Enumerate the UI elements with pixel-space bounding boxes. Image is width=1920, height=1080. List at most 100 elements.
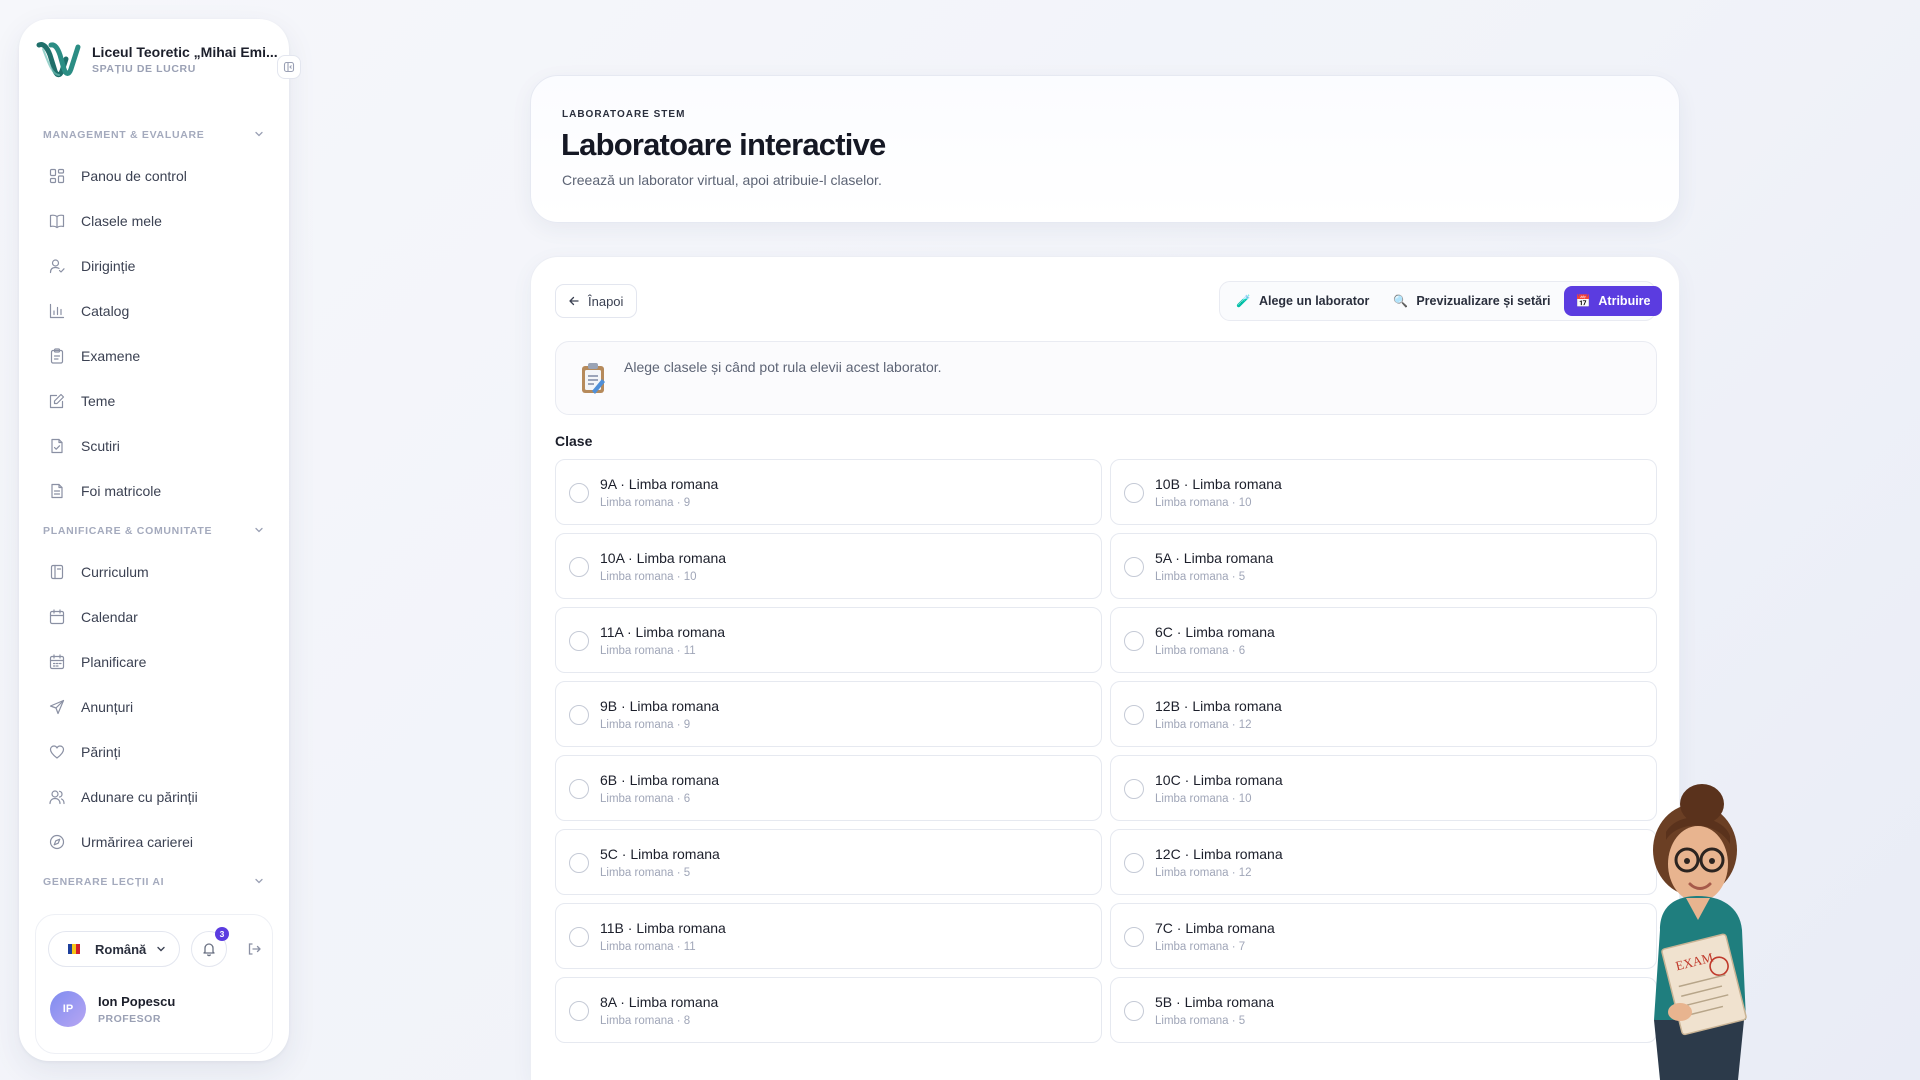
sidebar-item[interactable]: Foi matricole	[19, 468, 289, 513]
page-eyebrow: LABORATOARE STEM	[562, 109, 686, 120]
class-option[interactable]: 11B · Limba romana Limba romana · 11	[555, 903, 1102, 969]
class-meta: Limba romana · 11	[600, 941, 696, 953]
sidebar-section-title: MANAGEMENT & EVALUARE	[43, 129, 205, 141]
class-meta: Limba romana · 6	[1155, 645, 1246, 657]
compass-icon	[48, 833, 66, 851]
language-label: Română	[95, 941, 147, 957]
wizard-step[interactable]: 🧪 Alege un laborator	[1224, 286, 1381, 316]
collapse-sidebar-button[interactable]	[277, 55, 301, 79]
class-option[interactable]: 9B · Limba romana Limba romana · 9	[555, 681, 1102, 747]
sidebar-item[interactable]: Scutiri	[19, 423, 289, 468]
class-radio[interactable]	[569, 557, 589, 577]
sidebar-item[interactable]: Anunțuri	[19, 684, 289, 729]
class-radio[interactable]	[569, 631, 589, 651]
class-option[interactable]: 8A · Limba romana Limba romana · 8	[555, 977, 1102, 1043]
sidebar-section-header[interactable]: MANAGEMENT & EVALUARE	[19, 117, 289, 153]
class-name: 5B · Limba romana	[1155, 994, 1275, 1010]
class-option[interactable]: 12C · Limba romana Limba romana · 12	[1110, 829, 1657, 895]
school-logo-icon	[36, 42, 81, 78]
sidebar-item-label: Curriculum	[81, 563, 149, 580]
sidebar-item[interactable]: Calendar	[19, 594, 289, 639]
language-select[interactable]: Română	[48, 931, 180, 967]
class-radio[interactable]	[1124, 779, 1144, 799]
sidebar-item[interactable]: Clasele mele	[19, 198, 289, 243]
class-radio[interactable]	[569, 483, 589, 503]
class-name: 7C · Limba romana	[1155, 920, 1275, 936]
class-option[interactable]: 5C · Limba romana Limba romana · 5	[555, 829, 1102, 895]
step-label: Alege un laborator	[1258, 294, 1370, 308]
clipboard-icon	[582, 363, 605, 394]
sidebar-item-label: Calendar	[81, 608, 138, 625]
class-radio[interactable]	[1124, 927, 1144, 947]
notifications-button[interactable]: 3	[191, 927, 229, 967]
brand[interactable]: Liceul Teoretic „Mihai Emi... SPAȚIU DE …	[35, 35, 278, 83]
class-option[interactable]: 9A · Limba romana Limba romana · 9	[555, 459, 1102, 525]
sidebar-item[interactable]: Teme	[19, 378, 289, 423]
sidebar-item-label: Foi matricole	[81, 482, 162, 499]
class-radio[interactable]	[1124, 483, 1144, 503]
logout-icon	[248, 943, 261, 955]
class-meta: Limba romana · 8	[600, 1015, 691, 1027]
class-name: 11B · Limba romana	[600, 920, 726, 936]
logout-button[interactable]	[236, 931, 272, 967]
sidebar-item-label: Clasele mele	[81, 212, 162, 229]
class-name: 9B · Limba romana	[600, 698, 720, 714]
class-option[interactable]: 5B · Limba romana Limba romana · 5	[1110, 977, 1657, 1043]
class-radio[interactable]	[1124, 631, 1144, 651]
class-radio[interactable]	[1124, 705, 1144, 725]
calendar-icon	[48, 608, 66, 626]
class-radio[interactable]	[569, 853, 589, 873]
user-profile[interactable]: IP Ion Popescu PROFESOR	[50, 991, 175, 1027]
wizard-step[interactable]: 📅 Atribuire	[1564, 286, 1662, 316]
step-label: Atribuire	[1598, 294, 1651, 308]
class-name: 11A · Limba romana	[600, 624, 726, 640]
class-name: 8A · Limba romana	[600, 994, 719, 1010]
class-option[interactable]: 7C · Limba romana Limba romana · 7	[1110, 903, 1657, 969]
sidebar-item[interactable]: Curriculum	[19, 549, 289, 594]
class-option[interactable]: 6B · Limba romana Limba romana · 6	[555, 755, 1102, 821]
sidebar-item[interactable]: Planificare	[19, 639, 289, 684]
avatar: IP	[50, 991, 86, 1027]
class-name: 6B · Limba romana	[600, 772, 720, 788]
class-option[interactable]: 11A · Limba romana Limba romana · 11	[555, 607, 1102, 673]
class-option[interactable]: 10A · Limba romana Limba romana · 10	[555, 533, 1102, 599]
page-header: LABORATOARE STEM Laboratoare interactive…	[530, 75, 1680, 223]
users-icon	[48, 788, 66, 806]
step-emoji-icon: 📅	[1575, 294, 1591, 308]
sidebar-item[interactable]: Examene	[19, 333, 289, 378]
class-option[interactable]: 10C · Limba romana Limba romana · 10	[1110, 755, 1657, 821]
class-radio[interactable]	[1124, 557, 1144, 577]
class-radio[interactable]	[569, 1001, 589, 1021]
class-radio[interactable]	[569, 705, 589, 725]
page-title: Laboratoare interactive	[561, 127, 886, 162]
sidebar-item[interactable]: Urmărirea carierei	[19, 819, 289, 864]
class-radio[interactable]	[569, 927, 589, 947]
wizard-step[interactable]: 🔍 Previzualizare și setări	[1381, 286, 1562, 316]
class-meta: Limba romana · 7	[1155, 941, 1246, 953]
class-meta: Limba romana · 6	[600, 793, 691, 805]
class-radio[interactable]	[1124, 853, 1144, 873]
class-radio[interactable]	[569, 779, 589, 799]
class-radio[interactable]	[1124, 1001, 1144, 1021]
sidebar-section-header[interactable]: PLANIFICARE & COMUNITATE	[19, 513, 289, 549]
calendar-grid-icon	[48, 653, 66, 671]
step-label: Previzualizare și setări	[1416, 294, 1551, 308]
sidebar-item[interactable]: Adunare cu părinții	[19, 774, 289, 819]
back-button[interactable]: Înapoi	[555, 284, 637, 318]
class-option[interactable]: 10B · Limba romana Limba romana · 10	[1110, 459, 1657, 525]
sidebar-item[interactable]: Părinți	[19, 729, 289, 774]
sidebar-item-label: Planificare	[81, 653, 147, 670]
romania-flag-icon	[68, 944, 80, 954]
sidebar-item-label: Urmărirea carierei	[81, 833, 194, 850]
sidebar-section-header[interactable]: GENERARE LECȚII AI	[19, 864, 289, 900]
class-option[interactable]: 6C · Limba romana Limba romana · 6	[1110, 607, 1657, 673]
sidebar-item[interactable]: Diriginție	[19, 243, 289, 288]
class-option[interactable]: 12B · Limba romana Limba romana · 12	[1110, 681, 1657, 747]
step-emoji-icon: 🧪	[1236, 294, 1251, 308]
class-meta: Limba romana · 9	[600, 719, 691, 731]
sidebar-item[interactable]: Catalog	[19, 288, 289, 333]
class-option[interactable]: 5A · Limba romana Limba romana · 5	[1110, 533, 1657, 599]
file-check-icon	[48, 437, 66, 455]
class-name: 12B · Limba romana	[1155, 698, 1282, 714]
sidebar-item[interactable]: Panou de control	[19, 153, 289, 198]
